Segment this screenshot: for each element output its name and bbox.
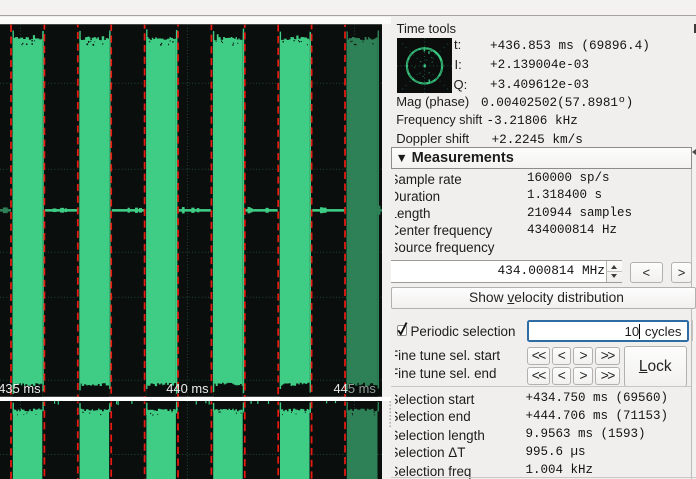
svg-text:5 ms: 5 ms: [348, 381, 376, 396]
svg-text:44: 44: [334, 381, 348, 396]
svg-text:440 ms: 440 ms: [166, 381, 208, 396]
svg-text:435 ms: 435 ms: [0, 381, 41, 396]
